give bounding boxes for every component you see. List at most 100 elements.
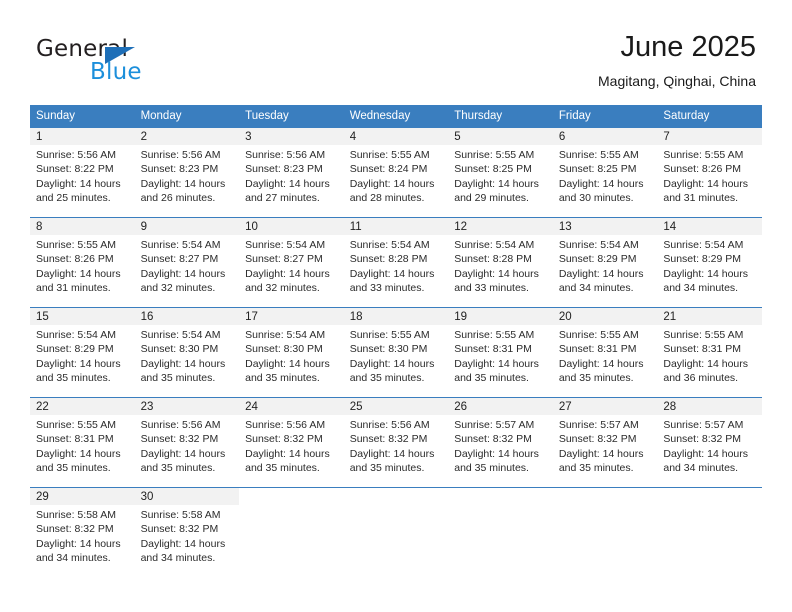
- calendar-day-cell[interactable]: 8 Sunrise: 5:55 AM Sunset: 8:26 PM Daylight…: [30, 217, 135, 308]
- day-detail-daylight2: and 34 minutes.: [663, 462, 739, 475]
- calendar-day-cell[interactable]: 9 Sunrise: 5:54 AM Sunset: 8:27 PM Daylight…: [134, 217, 240, 308]
- day-detail-daylight2: and 34 minutes.: [140, 552, 216, 565]
- day-detail-sunset: Sunset: 8:31 PM: [36, 433, 114, 446]
- day-cell-inner: 11 Sunrise: 5:54 AM Sunset: 8:28 PM Dayligh…: [343, 218, 449, 307]
- day-detail-daylight1: Daylight: 14 hours: [36, 177, 121, 190]
- day-detail-daylight1: Daylight: 14 hours: [454, 177, 539, 190]
- day-detail-daylight1: Daylight: 14 hours: [36, 447, 121, 460]
- day-detail-sunrise: Sunrise: 5:58 AM: [36, 509, 116, 521]
- day-detail-daylight2: and 34 minutes.: [36, 552, 111, 565]
- calendar-day-cell[interactable]: 28 Sunrise: 5:57 AM Sunset: 8:32 PM Dayligh…: [657, 397, 762, 488]
- day-detail-sunrise: Sunrise: 5:57 AM: [454, 419, 535, 431]
- calendar-day-cell[interactable]: 18 Sunrise: 5:55 AM Sunset: 8:30 PM Dayligh…: [343, 307, 449, 398]
- weekday-header-monday: Monday: [134, 105, 240, 128]
- day-detail-sunset: Sunset: 8:30 PM: [245, 343, 323, 356]
- calendar-day-cell[interactable]: 4 Sunrise: 5:55 AM Sunset: 8:24 PM Daylight…: [343, 127, 449, 218]
- day-detail-sunset: Sunset: 8:26 PM: [663, 163, 742, 176]
- day-detail-sunset: Sunset: 8:31 PM: [558, 343, 637, 356]
- day-detail-daylight2: and 35 minutes.: [558, 462, 634, 475]
- day-detail-daylight1: Daylight: 14 hours: [454, 357, 539, 370]
- day-detail-daylight2: and 26 minutes.: [140, 192, 216, 205]
- calendar-day-cell[interactable]: 27 Sunrise: 5:57 AM Sunset: 8:32 PM Dayligh…: [552, 397, 658, 488]
- day-detail-daylight2: and 35 minutes.: [245, 372, 320, 385]
- day-number: 17: [239, 308, 344, 325]
- calendar-day-cell[interactable]: 15 Sunrise: 5:54 AM Sunset: 8:29 PM Dayligh…: [30, 307, 135, 398]
- day-cell-inner: 24 Sunrise: 5:56 AM Sunset: 8:32 PM Dayligh…: [239, 398, 344, 487]
- day-detail-sunrise: Sunrise: 5:55 AM: [36, 419, 116, 431]
- weekday-header-friday: Friday: [552, 105, 658, 128]
- day-number: 7: [657, 128, 762, 145]
- title-block: June 2025 Magitang, Qinghai, China: [598, 30, 756, 90]
- day-detail-sunset: Sunset: 8:32 PM: [663, 433, 742, 446]
- day-detail-sunrise: Sunrise: 5:56 AM: [36, 149, 116, 161]
- day-detail-sunset: Sunset: 8:23 PM: [245, 163, 323, 176]
- day-detail-sunset: Sunset: 8:22 PM: [36, 163, 114, 176]
- calendar-day-cell[interactable]: 3 Sunrise: 5:56 AM Sunset: 8:23 PM Daylight…: [239, 127, 344, 218]
- calendar-header-row: Sunday Monday Tuesday Wednesday Thursday…: [30, 105, 762, 128]
- calendar-day-cell[interactable]: 13 Sunrise: 5:54 AM Sunset: 8:29 PM Dayligh…: [552, 217, 658, 308]
- calendar-day-cell[interactable]: 2 Sunrise: 5:56 AM Sunset: 8:23 PM Daylight…: [134, 127, 240, 218]
- calendar-day-cell[interactable]: 25 Sunrise: 5:56 AM Sunset: 8:32 PM Dayligh…: [343, 397, 449, 488]
- day-detail-sunset: Sunset: 8:25 PM: [558, 163, 637, 176]
- general-blue-logo[interactable]: General Blue: [36, 36, 216, 88]
- weekday-header-tuesday: Tuesday: [239, 105, 344, 128]
- page-header: General Blue June 2025 Magitang, Qinghai…: [0, 0, 792, 100]
- calendar-day-cell[interactable]: 22 Sunrise: 5:55 AM Sunset: 8:31 PM Dayligh…: [30, 397, 135, 488]
- day-detail-sunrise: Sunrise: 5:55 AM: [36, 239, 116, 251]
- day-cell-inner: 25 Sunrise: 5:56 AM Sunset: 8:32 PM Dayligh…: [343, 398, 449, 487]
- day-detail-sunrise: Sunrise: 5:54 AM: [349, 239, 430, 251]
- calendar-day-cell[interactable]: 12 Sunrise: 5:54 AM Sunset: 8:28 PM Dayligh…: [448, 217, 553, 308]
- calendar-day-cell[interactable]: 23 Sunrise: 5:56 AM Sunset: 8:32 PM Dayligh…: [134, 397, 240, 488]
- day-details: Sunrise: 5:55 AM Sunset: 8:24 PM Daylight:…: [344, 145, 449, 206]
- calendar-day-cell[interactable]: 5 Sunrise: 5:55 AM Sunset: 8:25 PM Daylight…: [448, 127, 553, 218]
- day-detail-sunset: Sunset: 8:27 PM: [245, 253, 323, 266]
- day-detail-daylight1: Daylight: 14 hours: [245, 447, 330, 460]
- calendar-day-cell[interactable]: 1 Sunrise: 5:56 AM Sunset: 8:22 PM Daylight…: [30, 127, 135, 218]
- weekday-header-sunday: Sunday: [30, 105, 135, 128]
- day-detail-sunrise: Sunrise: 5:54 AM: [558, 239, 639, 251]
- day-number: 19: [448, 308, 553, 325]
- calendar-day-cell[interactable]: 26 Sunrise: 5:57 AM Sunset: 8:32 PM Dayligh…: [448, 397, 553, 488]
- day-cell-inner: 19 Sunrise: 5:55 AM Sunset: 8:31 PM Dayligh…: [448, 308, 553, 397]
- day-details: Sunrise: 5:55 AM Sunset: 8:25 PM Daylight:…: [448, 145, 553, 206]
- day-cell-inner: 27 Sunrise: 5:57 AM Sunset: 8:32 PM Dayligh…: [552, 398, 658, 487]
- calendar-day-cell[interactable]: 11 Sunrise: 5:54 AM Sunset: 8:28 PM Dayligh…: [343, 217, 449, 308]
- day-details: [657, 505, 762, 508]
- calendar-day-cell[interactable]: 10 Sunrise: 5:54 AM Sunset: 8:27 PM Dayligh…: [239, 217, 344, 308]
- calendar-day-cell[interactable]: 20 Sunrise: 5:55 AM Sunset: 8:31 PM Dayligh…: [552, 307, 658, 398]
- calendar-day-cell[interactable]: 6 Sunrise: 5:55 AM Sunset: 8:25 PM Daylight…: [552, 127, 658, 218]
- day-details: [553, 505, 658, 508]
- day-detail-daylight2: and 33 minutes.: [349, 282, 425, 295]
- day-detail-daylight1: Daylight: 14 hours: [140, 537, 226, 550]
- day-detail-daylight2: and 36 minutes.: [663, 372, 739, 385]
- day-detail-sunset: Sunset: 8:23 PM: [140, 163, 219, 176]
- day-detail-sunrise: Sunrise: 5:57 AM: [558, 419, 639, 431]
- day-detail-daylight1: Daylight: 14 hours: [36, 537, 121, 550]
- day-number: 22: [30, 398, 135, 415]
- day-cell-inner: 18 Sunrise: 5:55 AM Sunset: 8:30 PM Dayligh…: [343, 308, 449, 397]
- day-cell-inner: 22 Sunrise: 5:55 AM Sunset: 8:31 PM Dayligh…: [30, 398, 135, 487]
- calendar-week-row: 22 Sunrise: 5:55 AM Sunset: 8:31 PM Dayligh…: [30, 397, 762, 488]
- day-details: Sunrise: 5:54 AM Sunset: 8:29 PM Daylight:…: [30, 325, 135, 386]
- calendar-day-cell[interactable]: 14 Sunrise: 5:54 AM Sunset: 8:29 PM Dayligh…: [657, 217, 762, 308]
- calendar-day-cell[interactable]: 16 Sunrise: 5:54 AM Sunset: 8:30 PM Dayligh…: [134, 307, 240, 398]
- calendar-day-cell[interactable]: 24 Sunrise: 5:56 AM Sunset: 8:32 PM Dayligh…: [239, 397, 344, 488]
- calendar-day-cell[interactable]: 21 Sunrise: 5:55 AM Sunset: 8:31 PM Dayligh…: [657, 307, 762, 398]
- day-detail-daylight2: and 35 minutes.: [36, 462, 111, 475]
- day-detail-daylight2: and 31 minutes.: [663, 192, 739, 205]
- calendar-day-cell[interactable]: 7 Sunrise: 5:55 AM Sunset: 8:26 PM Daylight…: [657, 127, 762, 218]
- day-detail-daylight2: and 32 minutes.: [140, 282, 216, 295]
- calendar-day-cell[interactable]: 17 Sunrise: 5:54 AM Sunset: 8:30 PM Dayligh…: [239, 307, 344, 398]
- day-detail-sunrise: Sunrise: 5:55 AM: [558, 149, 639, 161]
- day-detail-sunrise: Sunrise: 5:55 AM: [663, 329, 744, 341]
- calendar-day-cell[interactable]: 19 Sunrise: 5:55 AM Sunset: 8:31 PM Dayligh…: [448, 307, 553, 398]
- day-detail-daylight1: Daylight: 14 hours: [349, 177, 435, 190]
- day-detail-daylight2: and 35 minutes.: [245, 462, 320, 475]
- day-cell-inner: 4 Sunrise: 5:55 AM Sunset: 8:24 PM Daylight…: [343, 128, 449, 217]
- day-detail-sunrise: Sunrise: 5:56 AM: [245, 149, 326, 161]
- day-cell-inner: 23 Sunrise: 5:56 AM Sunset: 8:32 PM Dayligh…: [134, 398, 240, 487]
- calendar-day-cell[interactable]: 29 Sunrise: 5:58 AM Sunset: 8:32 PM Dayligh…: [30, 487, 135, 577]
- day-detail-daylight1: Daylight: 14 hours: [663, 177, 749, 190]
- day-detail-sunrise: Sunrise: 5:55 AM: [349, 329, 430, 341]
- calendar-day-cell[interactable]: 30 Sunrise: 5:58 AM Sunset: 8:32 PM Dayligh…: [134, 487, 240, 577]
